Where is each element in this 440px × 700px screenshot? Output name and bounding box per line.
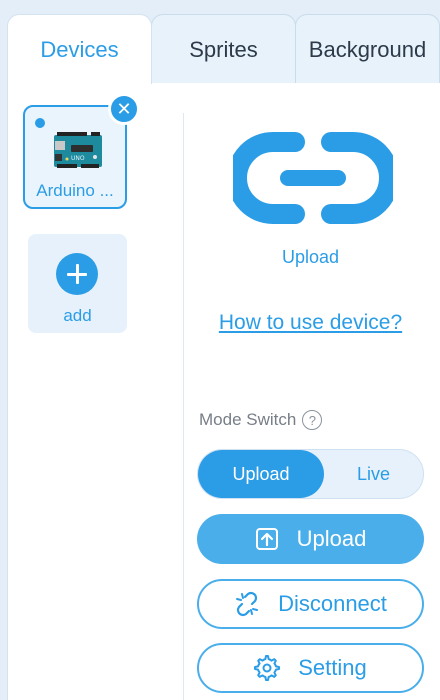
- selected-indicator: [35, 118, 45, 128]
- devices-panel: UNO Arduino ... ✕ add Upload How to use …: [7, 83, 440, 700]
- tab-sprites[interactable]: Sprites: [151, 14, 296, 84]
- how-to-use-device-link[interactable]: How to use device?: [198, 311, 423, 335]
- setting-button[interactable]: Setting: [197, 643, 424, 693]
- link-icon: [233, 132, 393, 224]
- tab-bar: Devices Sprites Background: [0, 14, 440, 84]
- upload-button[interactable]: Upload: [197, 514, 424, 564]
- tab-background[interactable]: Background: [295, 14, 440, 84]
- mode-switch-text: Mode Switch: [199, 410, 297, 429]
- add-device-label: add: [63, 306, 92, 325]
- plus-icon: [56, 253, 98, 295]
- column-divider: [183, 113, 184, 700]
- mode-switch-toggle[interactable]: Upload Live: [197, 449, 424, 499]
- upload-icon: [255, 528, 278, 550]
- add-device-button[interactable]: add: [28, 234, 127, 333]
- tab-devices[interactable]: Devices: [7, 14, 152, 84]
- remove-device-close-icon[interactable]: ✕: [108, 93, 140, 125]
- connection-mode-caption: Upload: [281, 247, 340, 267]
- upload-button-label: Upload: [296, 526, 367, 551]
- device-label: Arduino ...: [36, 181, 114, 200]
- arduino-board-image: UNO: [54, 132, 102, 168]
- mode-option-live[interactable]: Live: [324, 450, 423, 498]
- help-icon[interactable]: ?: [302, 410, 323, 430]
- svg-text:UNO: UNO: [71, 155, 85, 162]
- gear-icon: [254, 655, 281, 681]
- mode-switch-label: Mode Switch ?: [199, 410, 323, 430]
- mode-option-upload[interactable]: Upload: [198, 450, 324, 498]
- device-card-arduino[interactable]: UNO Arduino ...: [23, 105, 127, 209]
- broken-link-icon: [236, 591, 259, 617]
- disconnect-button-label: Disconnect: [278, 591, 387, 616]
- setting-button-label: Setting: [298, 655, 367, 680]
- disconnect-button[interactable]: Disconnect: [197, 579, 424, 629]
